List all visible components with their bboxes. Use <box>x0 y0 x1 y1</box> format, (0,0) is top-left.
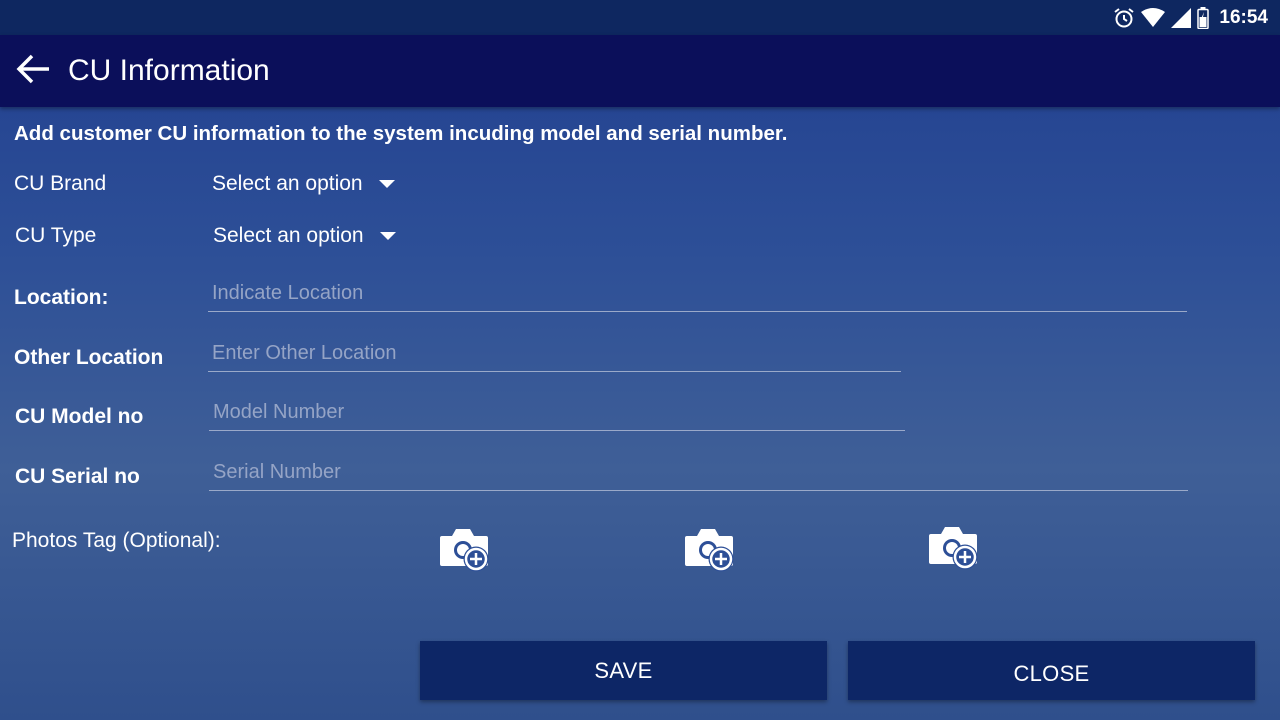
app-bar: CU Information <box>0 35 1280 107</box>
cu-type-label: CU Type <box>15 224 97 247</box>
other-location-label: Other Location <box>14 346 164 369</box>
caret-down-icon <box>378 180 395 188</box>
caret-down-icon <box>379 232 396 240</box>
cu-brand-dropdown[interactable]: Select an option <box>212 172 395 196</box>
model-no-label: CU Model no <box>15 405 144 428</box>
cu-type-value: Select an option <box>213 224 364 247</box>
other-location-field <box>208 336 901 372</box>
status-time: 16:54 <box>1219 6 1268 28</box>
signal-icon <box>1171 7 1192 28</box>
arrow-left-icon <box>15 53 51 89</box>
photos-label: Photos Tag (Optional): <box>12 529 221 552</box>
add-photo-camera-icon <box>438 529 494 580</box>
alarm-icon <box>1113 7 1135 29</box>
add-photo-button-2[interactable] <box>683 526 739 576</box>
add-photo-button-3[interactable] <box>927 524 983 574</box>
serial-no-label: CU Serial no <box>15 465 140 488</box>
add-photo-button-1[interactable] <box>438 526 494 576</box>
location-field <box>208 276 1187 312</box>
save-button[interactable]: SAVE <box>420 641 827 700</box>
add-photo-camera-icon <box>927 527 983 578</box>
model-no-input[interactable] <box>209 395 905 430</box>
status-icons: 16:54 <box>1113 6 1268 29</box>
serial-no-input[interactable] <box>209 455 1188 490</box>
cu-brand-label: CU Brand <box>14 172 107 195</box>
serial-no-field <box>209 455 1188 491</box>
other-location-input[interactable] <box>208 336 901 371</box>
wifi-icon <box>1141 7 1166 28</box>
close-button[interactable]: CLOSE <box>848 641 1255 700</box>
add-photo-camera-icon <box>683 529 739 580</box>
form-description: Add customer CU information to the syste… <box>14 122 788 145</box>
cu-type-dropdown[interactable]: Select an option <box>213 224 396 248</box>
battery-icon <box>1197 6 1210 29</box>
location-input[interactable] <box>208 276 1187 311</box>
back-button[interactable] <box>13 51 53 91</box>
status-bar: 16:54 <box>0 0 1280 35</box>
page-title: CU Information <box>68 54 270 87</box>
model-no-field <box>209 395 905 431</box>
location-label: Location: <box>14 286 109 309</box>
cu-brand-value: Select an option <box>212 172 363 195</box>
